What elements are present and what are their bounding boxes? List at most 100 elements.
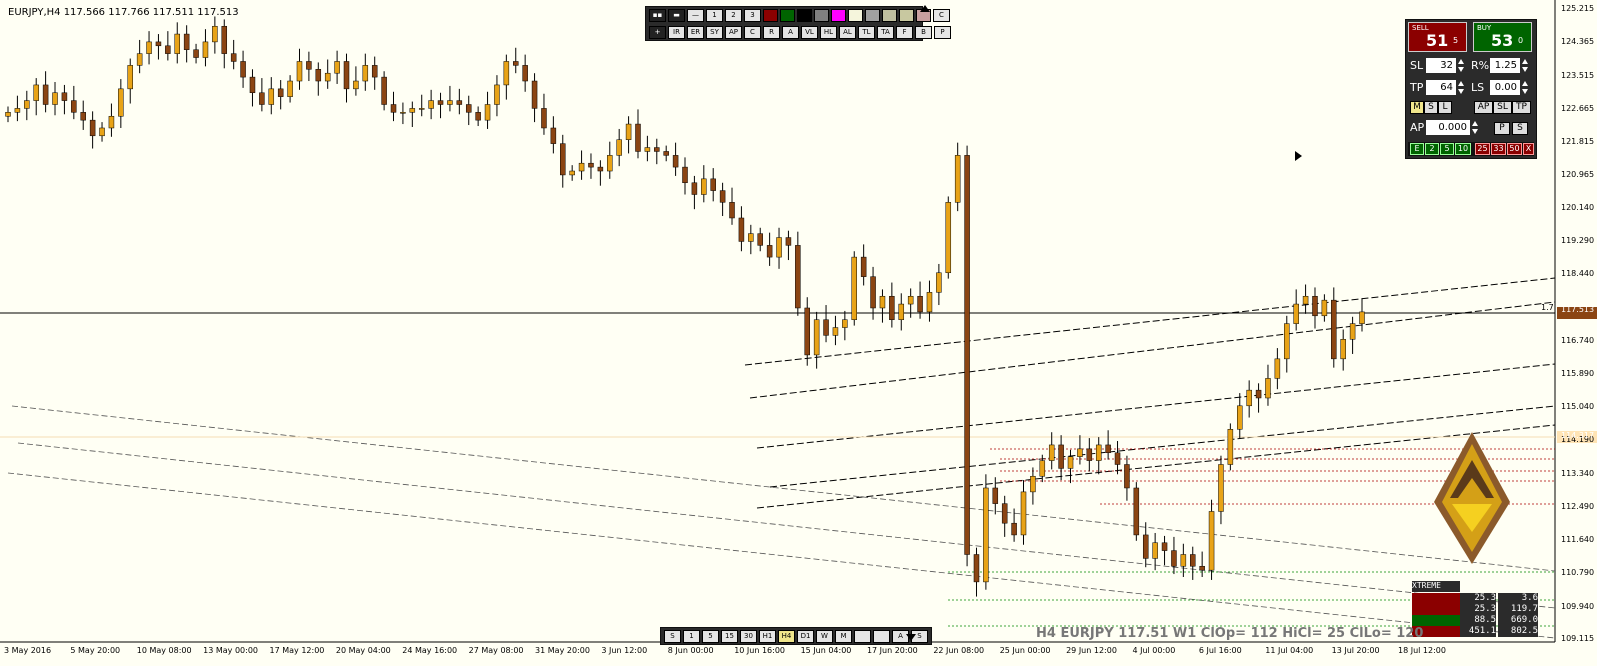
tb-tool-button[interactable]: TL — [858, 26, 875, 39]
color-swatch[interactable] — [865, 9, 880, 22]
timeframe-button[interactable]: M — [835, 630, 852, 643]
tb-tool-button[interactable]: P — [934, 26, 951, 39]
tb-2-button[interactable]: 2 — [725, 9, 742, 22]
close-50-button[interactable]: 50 — [1507, 143, 1522, 155]
sl-input[interactable]: 32 — [1426, 58, 1456, 73]
timeframe-button[interactable]: S — [664, 630, 681, 643]
color-swatch[interactable] — [814, 9, 829, 22]
tb-tool-button[interactable]: B — [915, 26, 932, 39]
close-x-button[interactable]: X — [1523, 143, 1534, 155]
time-axis-label: 24 May 16:00 — [402, 646, 458, 655]
color-swatch[interactable] — [763, 9, 778, 22]
close-buttons-row: E 2 5 10 25 33 50 X — [1408, 142, 1534, 156]
tb-tool-button[interactable]: R — [763, 26, 780, 39]
tb-line-button[interactable]: ▬ — [668, 9, 685, 22]
mode-l-button[interactable]: L — [1438, 101, 1452, 114]
tb-tool-button[interactable]: ER — [687, 26, 704, 39]
tb-cursor-button[interactable]: ▪▪ — [649, 9, 666, 22]
close-e-button[interactable]: E — [1410, 143, 1424, 155]
tb-crosshair-button[interactable]: + — [649, 26, 666, 39]
tb-tool-button[interactable]: F — [896, 26, 913, 39]
timeframe-button[interactable]: H1 — [759, 630, 776, 643]
color-swatch[interactable] — [899, 9, 914, 22]
risk-input[interactable]: 1.25 — [1490, 58, 1520, 73]
tp-input[interactable]: 64 — [1426, 80, 1456, 95]
time-axis-label: 13 Jul 20:00 — [1331, 646, 1380, 655]
ap-action-button[interactable]: AP — [1474, 101, 1493, 114]
timeframe-button[interactable]: 5 — [702, 630, 719, 643]
timeframe-button[interactable]: D1 — [797, 630, 814, 643]
ap-s-button[interactable]: S — [1512, 122, 1528, 135]
tb-tool-button[interactable]: AP — [725, 26, 742, 39]
time-axis-label: 17 Jun 20:00 — [866, 646, 918, 655]
sell-button[interactable]: SELL 51 5 — [1408, 22, 1467, 52]
risk-spinner-icon[interactable] — [1522, 58, 1529, 73]
candle-body — [1011, 522, 1017, 536]
color-swatch[interactable] — [797, 9, 812, 22]
descending-lines[interactable] — [7, 405, 1556, 639]
color-swatch[interactable] — [780, 9, 795, 22]
timeframe-button[interactable]: 15 — [721, 630, 738, 643]
tb-c-button[interactable]: C — [933, 9, 950, 22]
tb-1-button[interactable]: 1 — [706, 9, 723, 22]
candle-body — [973, 554, 980, 583]
timeframe-button[interactable]: W — [816, 630, 833, 643]
timeframe-button[interactable]: 30 — [740, 630, 757, 643]
candle-body — [1133, 487, 1140, 536]
sl-label: SL — [1410, 59, 1424, 72]
mode-s-button[interactable]: S — [1424, 101, 1438, 114]
color-swatch[interactable] — [831, 9, 846, 22]
tp-spinner-icon[interactable] — [1458, 80, 1465, 95]
ls-label: LS — [1471, 81, 1485, 94]
timeframe-button[interactable]: 1 — [683, 630, 700, 643]
ap-p-button[interactable]: P — [1494, 122, 1510, 135]
toolbar-collapse-icon[interactable] — [920, 5, 930, 12]
mode-m-button[interactable]: M — [1410, 101, 1424, 114]
close-10-button[interactable]: 10 — [1455, 143, 1471, 155]
tb-tool-button[interactable]: TA — [877, 26, 894, 39]
tb-3-button[interactable]: 3 — [744, 9, 761, 22]
candle-body — [644, 147, 651, 152]
candle-body — [52, 92, 58, 105]
ls-spinner-icon[interactable] — [1522, 80, 1529, 95]
close-2-button[interactable]: 2 — [1425, 143, 1439, 155]
candle-body — [61, 92, 68, 101]
timeframe-button[interactable] — [854, 630, 871, 643]
tb-dash-button[interactable]: — — [687, 9, 704, 22]
sl-action-button[interactable]: SL — [1493, 101, 1512, 114]
candle-body — [428, 100, 434, 109]
timeframe-button[interactable]: H4 — [778, 630, 795, 643]
candle-body — [400, 112, 406, 114]
candle-body — [1142, 534, 1149, 559]
tb-tool-button[interactable]: HL — [820, 26, 837, 39]
tp-action-button[interactable]: TP — [1512, 101, 1531, 114]
color-swatch[interactable] — [882, 9, 897, 22]
sl-spinner-icon[interactable] — [1458, 58, 1465, 73]
ap-input[interactable]: 0.000 — [1426, 120, 1470, 135]
tb-tool-button[interactable]: VL — [801, 26, 818, 39]
timeframe-collapse-icon[interactable] — [906, 634, 916, 641]
tb-tool-button[interactable]: C — [744, 26, 761, 39]
tb-tool-button[interactable]: SY — [706, 26, 723, 39]
time-axis-label: 20 May 04:00 — [335, 646, 391, 655]
ls-input[interactable]: 0.00 — [1490, 80, 1520, 95]
tb-tool-button[interactable]: AL — [839, 26, 856, 39]
color-swatch[interactable] — [848, 9, 863, 22]
tb-tool-button[interactable]: A — [782, 26, 799, 39]
price-axis-label: 112.490 — [1561, 501, 1595, 511]
buy-button[interactable]: BUY 53 0 — [1473, 22, 1532, 52]
timeframe-button[interactable] — [873, 630, 890, 643]
price-chart[interactable]: EURJPY,H4 117.566 117.766 117.511 117.51… — [0, 0, 1597, 666]
close-33-button[interactable]: 33 — [1491, 143, 1506, 155]
candle-body — [287, 80, 293, 97]
tb-tool-button[interactable]: IR — [668, 26, 685, 39]
extreme-value-b: 3.6 — [1498, 593, 1538, 604]
ap-spinner-icon[interactable] — [1472, 120, 1479, 135]
chart-canvas[interactable] — [0, 0, 1597, 666]
close-25-button[interactable]: 25 — [1475, 143, 1490, 155]
close-5-button[interactable]: 5 — [1440, 143, 1454, 155]
candle-body — [1255, 389, 1262, 399]
extreme-value-b: 802.5 — [1498, 626, 1538, 637]
candle-body — [964, 155, 970, 555]
price-axis-label: 124.365 — [1561, 37, 1595, 47]
